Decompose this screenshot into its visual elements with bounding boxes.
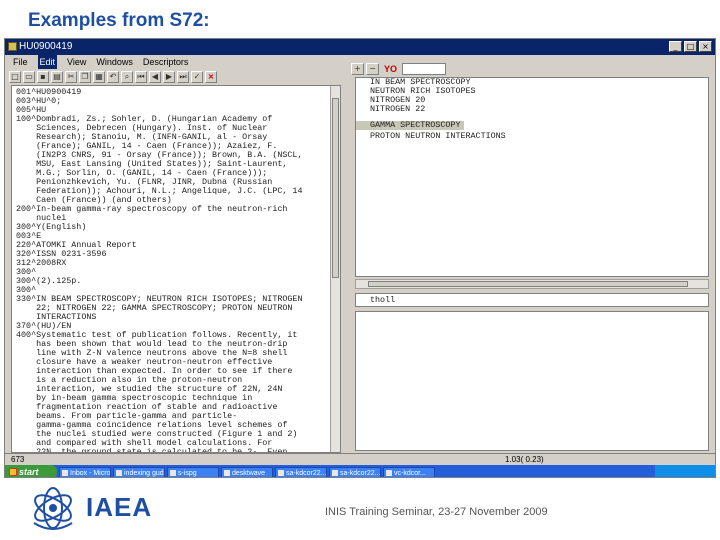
taskbar-item[interactable]: sa-kdcor22...: [329, 466, 381, 477]
menu-file[interactable]: File: [13, 55, 28, 69]
taskbar-item-label: sa-kdcor22...: [286, 469, 327, 477]
yo-button[interactable]: YO: [381, 62, 400, 76]
slide-footer: IAEA INIS Training Seminar, 23-27 Novemb…: [0, 478, 720, 540]
taskbar-item-label: vc-kdcor...: [394, 469, 426, 477]
windows-taskbar: start Inbox - Micro... indexing gude... s-…: [5, 465, 715, 477]
task-app-icon: [332, 469, 338, 476]
remove-descriptor-icon[interactable]: −: [366, 63, 379, 75]
descriptor-item[interactable]: PROTON NEUTRON INTERACTIONS: [356, 132, 708, 141]
record-scroll-thumb[interactable]: [332, 98, 339, 278]
descriptor-toolbar: + − YO: [351, 61, 447, 77]
status-bar: 673 1.03( 0.23): [5, 453, 715, 465]
suggestion-pane[interactable]: [355, 311, 709, 451]
task-app-icon: [386, 469, 392, 476]
descriptor-item[interactable]: GAMMA SPECTROSCOPY: [356, 121, 465, 130]
last-icon[interactable]: ⏭: [177, 71, 189, 83]
taskbar-item[interactable]: indexing gude...: [113, 466, 165, 477]
record-editor[interactable]: 001^HU0900419 003^HU^0; 005^HU 100^Dombradi…: [11, 85, 341, 453]
taskbar-item[interactable]: s-ispg: [167, 466, 219, 477]
record-text[interactable]: 001^HU0900419 003^HU^0; 005^HU 100^Dombradi…: [16, 88, 330, 453]
menu-descriptors[interactable]: Descriptors: [143, 55, 189, 69]
taskbar-item[interactable]: Inbox - Micro...: [59, 466, 111, 477]
open-icon[interactable]: ▭: [23, 71, 35, 83]
taskbar-item-label: indexing gude...: [124, 469, 164, 477]
taskbar-item-label: sa-kdcor22...: [340, 469, 381, 477]
new-icon[interactable]: □: [9, 71, 21, 83]
undo-icon[interactable]: ↶: [107, 71, 119, 83]
window-titlebar[interactable]: HU0900419 _ □ ×: [5, 39, 715, 55]
taskbar-item-label: s-ispg: [178, 469, 197, 477]
record-line: 312^2008RX: [16, 258, 67, 268]
task-app-icon: [170, 469, 176, 476]
next-icon[interactable]: ▶: [163, 71, 175, 83]
prev-icon[interactable]: ◀: [149, 71, 161, 83]
add-descriptor-icon[interactable]: +: [351, 63, 364, 75]
record-line: 300^Y(English): [16, 222, 87, 232]
task-app-icon: [224, 469, 230, 476]
maximize-icon[interactable]: □: [684, 41, 697, 52]
first-icon[interactable]: ⏮: [135, 71, 147, 83]
task-app-icon: [116, 469, 122, 476]
descriptor-input[interactable]: tholl: [355, 293, 709, 307]
windows-flag-icon: [9, 468, 17, 476]
window-title: HU0900419: [19, 41, 73, 52]
app-icon: [8, 42, 17, 51]
cut-icon[interactable]: ✂: [65, 71, 77, 83]
system-tray[interactable]: [655, 465, 715, 477]
taskbar-item-label: desktwave: [232, 469, 266, 477]
task-app-icon: [278, 469, 284, 476]
descriptor-filter-box[interactable]: [402, 63, 447, 75]
menu-view[interactable]: View: [67, 55, 86, 69]
record-line: 003^HU^0;: [16, 96, 62, 106]
minimize-icon[interactable]: _: [669, 41, 682, 52]
descriptor-panel: + − YO IN BEAM SPECTROSCOPY NEUTRON RICH …: [349, 59, 715, 477]
slide-title: Examples from S72:: [28, 10, 210, 31]
check-icon[interactable]: ✓: [191, 71, 203, 83]
record-line: 300^(2).125p.: [16, 276, 82, 286]
close-red-icon[interactable]: ×: [205, 71, 217, 83]
task-app-icon: [62, 469, 68, 476]
start-label: start: [19, 467, 39, 477]
menu-bar: File Edit View Windows Descriptors: [5, 55, 345, 69]
save-icon[interactable]: ▪: [37, 71, 49, 83]
taskbar-item[interactable]: desktwave: [221, 466, 273, 477]
descriptor-item[interactable]: NITROGEN 22: [356, 105, 708, 114]
print-icon[interactable]: ▤: [51, 71, 63, 83]
start-button[interactable]: start: [5, 465, 57, 477]
close-icon[interactable]: ×: [699, 41, 712, 52]
seminar-footer: INIS Training Seminar, 23-27 November 20…: [325, 506, 548, 518]
toolbar: □ ▭ ▪ ▤ ✂ ❐ ▦ ↶ ⌕ ⏮ ◀ ▶ ⏭ ✓ ×: [5, 69, 345, 85]
taskbar-item[interactable]: sa-kdcor22...: [275, 466, 327, 477]
copy-icon[interactable]: ❐: [79, 71, 91, 83]
paste-icon[interactable]: ▦: [93, 71, 105, 83]
record-scrollbar[interactable]: [330, 86, 340, 452]
taskbar-item[interactable]: vc-kdcor...: [383, 466, 435, 477]
iaea-logo-text: IAEA: [86, 492, 153, 522]
taskbar-item-label: Inbox - Micro...: [70, 469, 111, 477]
descriptor-hscroll[interactable]: [355, 279, 709, 289]
application-window: HU0900419 _ □ × File Edit View Windows D…: [4, 38, 716, 478]
iaea-emblem-icon: [33, 487, 73, 530]
record-line: 001^HU0900419: [16, 87, 82, 97]
find-icon[interactable]: ⌕: [121, 71, 133, 83]
menu-edit[interactable]: Edit: [37, 55, 58, 69]
descriptor-hscroll-thumb[interactable]: [368, 281, 688, 287]
descriptor-list[interactable]: IN BEAM SPECTROSCOPY NEUTRON RICH ISOTOPE…: [355, 77, 709, 277]
menu-windows[interactable]: Windows: [96, 55, 133, 69]
